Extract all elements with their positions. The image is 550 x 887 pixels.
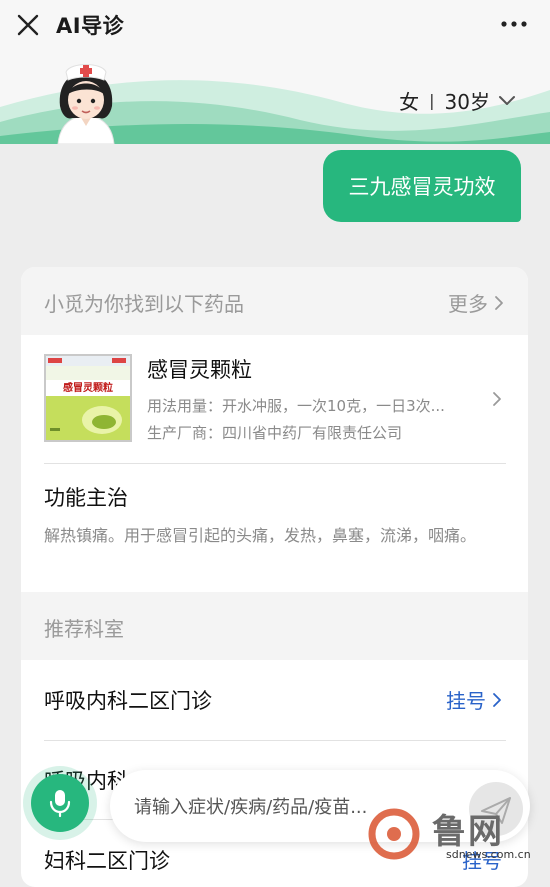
drug-name: 感冒灵颗粒 [147,358,252,382]
chevron-right-icon [493,692,501,707]
function-title: 功能主治 [44,486,128,510]
drugs-section-header: 小觅为你找到以下药品 更多 [21,267,528,335]
search-placeholder: 请输入症状/疾病/药品/疫苗... [134,797,368,818]
department-name: 妇科二区门诊 [44,849,170,873]
register-label: 挂号 [446,689,486,713]
profile-selector[interactable]: 女 | 30岁 [399,86,516,115]
department-name: 呼吸内科二区门诊 [44,689,212,713]
divider [44,463,506,464]
watermark-brand: 鲁网 [432,812,504,852]
page-title: AI导诊 [56,14,125,38]
drugs-section-title: 小觅为你找到以下药品 [44,292,244,316]
more-drugs-link[interactable]: 更多 [448,288,504,317]
top-bar: AI导诊 [0,0,550,52]
drug-package-image [44,354,132,442]
age-value: 30岁 [444,90,490,114]
more-drugs-label: 更多 [448,292,488,316]
header-banner: 女 | 30岁 [0,52,550,144]
chevron-right-icon [493,392,501,406]
drug-package-label: 感冒灵颗粒 [63,383,113,394]
voice-input-button[interactable] [31,774,89,832]
function-text: 解热镇痛。用于感冒引起的头痛，发热，鼻塞，流涕，咽痛。 [44,526,477,545]
profile-separator: | [429,91,435,110]
mic-icon [49,790,71,818]
divider [44,740,506,741]
drug-usage: 用法用量：开水冲服，一次10克，一日3次... [147,397,445,415]
chevron-right-icon [495,295,503,310]
chevron-down-icon [499,95,515,105]
watermark-url: sdnews.com.cn [446,848,531,861]
drug-manufacturer: 生产厂商：四川省中药厂有限责任公司 [147,424,403,442]
gender-value: 女 [399,90,420,114]
register-button[interactable]: 挂号 [446,685,502,714]
more-icon[interactable] [500,18,528,30]
nurse-avatar [57,64,115,144]
close-icon[interactable] [14,11,42,39]
departments-section-title: 推荐科室 [44,617,124,641]
departments-section-header: 推荐科室 [21,592,528,660]
user-message-bubble: 三九感冒灵功效 [323,150,521,222]
